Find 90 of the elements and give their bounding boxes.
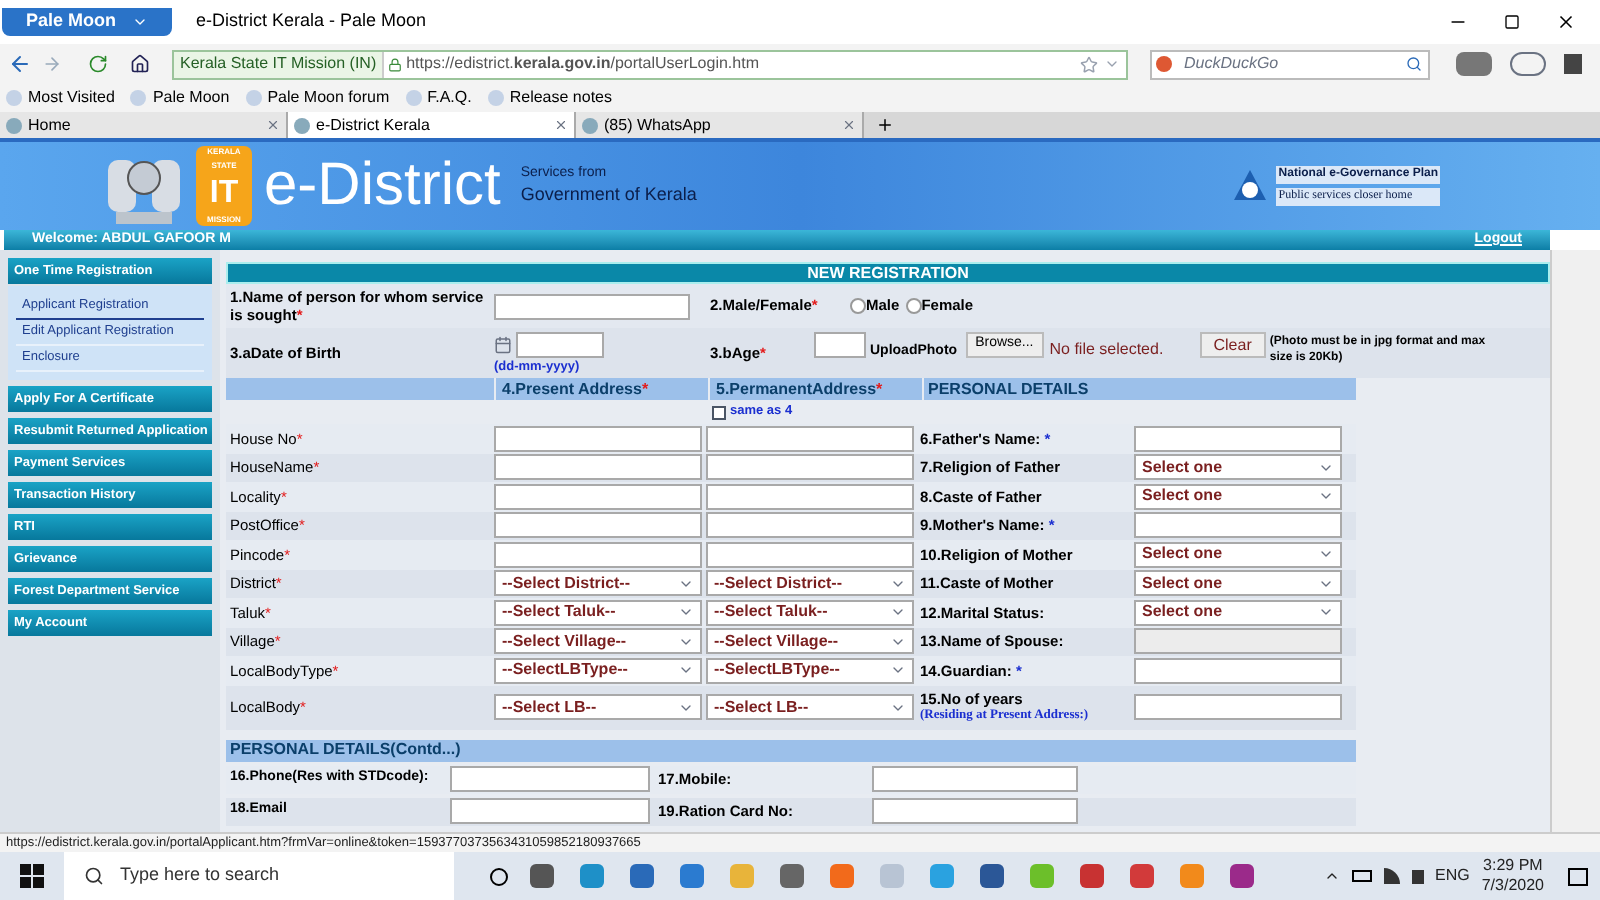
select-field[interactable]: --SelectLBType-- (706, 657, 914, 684)
bookmark-star-icon[interactable] (1080, 55, 1098, 73)
bookmark-link[interactable]: Pale Moon (130, 86, 230, 110)
calendar-icon[interactable] (494, 336, 512, 354)
home-icon[interactable] (130, 54, 150, 74)
input-field[interactable] (1134, 694, 1342, 720)
site-subtitle: Government of Kerala (520, 183, 697, 206)
bookmark-link[interactable]: Most Visited (6, 86, 115, 110)
window-title: e-District Kerala - Pale Moon (196, 8, 427, 35)
select-field[interactable]: --Select LB-- (494, 694, 702, 720)
column-heading: 4.Present Address* (496, 378, 708, 400)
select-field[interactable]: --SelectLBType-- (494, 657, 702, 684)
input-field[interactable] (450, 798, 650, 824)
caret-icon (132, 14, 149, 30)
input-field[interactable] (494, 293, 690, 319)
search-icon[interactable] (1406, 56, 1422, 72)
section-heading: PERSONAL DETAILS(Contd...) (226, 739, 1356, 761)
search-bar[interactable]: DuckDuckGo (1150, 49, 1430, 79)
tab-close-icon[interactable] (266, 118, 280, 132)
lock-icon (388, 57, 403, 71)
address-bar[interactable]: Kerala State IT Mission (IN) https://edistrict.kerala.gov.in/portalUserLogin.htm (172, 49, 1128, 79)
forward-icon[interactable] (42, 54, 62, 74)
bookmark-link[interactable]: Pale Moon forum (245, 86, 390, 110)
bookmark-link[interactable]: F.A.Q. (405, 86, 472, 110)
input-language: ENG (1435, 864, 1470, 888)
column-heading: 5.PermanentAddress* (710, 378, 922, 400)
close-icon[interactable] (1556, 12, 1576, 32)
select-field[interactable]: --Select Village-- (706, 628, 914, 655)
url-text: https://edistrict.kerala.gov.in/portalUserLogin.htm (406, 52, 759, 76)
select-field[interactable]: Select one (1134, 454, 1342, 481)
input-field[interactable] (706, 425, 914, 452)
select-field[interactable]: --Select District-- (706, 570, 914, 597)
section-heading: PERSONAL DETAILS (924, 378, 1356, 400)
windows-start-icon[interactable] (20, 864, 44, 888)
site-title: e-District (264, 156, 501, 216)
input-field[interactable] (706, 454, 914, 481)
select-field[interactable]: --Select Village-- (494, 628, 702, 655)
input-field[interactable] (1134, 657, 1342, 684)
input-field[interactable] (872, 798, 1078, 824)
reload-icon[interactable] (88, 54, 108, 74)
input-field[interactable] (1134, 425, 1342, 452)
input-field[interactable] (1134, 512, 1342, 539)
select-field[interactable]: --Select LB-- (706, 694, 914, 720)
select-field[interactable]: --Select Taluk-- (706, 599, 914, 626)
input-field[interactable] (494, 541, 702, 568)
app-icon[interactable] (1126, 860, 1158, 892)
battery-icon (1351, 870, 1372, 882)
select-field[interactable]: Select one (1134, 599, 1342, 626)
input-field[interactable] (814, 332, 866, 358)
maximize-icon[interactable] (1504, 14, 1520, 30)
file-status: No file selected. (1049, 338, 1166, 362)
input-field[interactable] (706, 512, 914, 539)
new-tab-icon[interactable] (876, 116, 894, 134)
input-field[interactable] (872, 766, 1078, 792)
input-field[interactable] (706, 483, 914, 510)
back-icon[interactable] (8, 52, 32, 76)
input-field[interactable] (450, 766, 650, 792)
search-placeholder: DuckDuckGo (1184, 52, 1279, 76)
bookmark-link[interactable]: Release notes (487, 86, 612, 110)
history-button[interactable] (1510, 52, 1546, 76)
app-icon[interactable] (1076, 860, 1108, 892)
tab-close-icon[interactable] (842, 118, 856, 132)
browser-tab[interactable]: e-District Kerala (288, 112, 576, 138)
input-field[interactable] (494, 512, 702, 539)
input-field[interactable] (494, 425, 702, 452)
task-view-icon[interactable] (490, 867, 508, 885)
input-field[interactable] (706, 541, 914, 568)
select-field[interactable]: --Select District-- (494, 570, 702, 597)
dropdown-icon[interactable] (1104, 56, 1120, 72)
browser-tab[interactable]: (85) WhatsApp (576, 112, 864, 138)
browser-tab[interactable]: Home (0, 112, 288, 138)
input-field[interactable] (494, 483, 702, 510)
input-field[interactable] (516, 332, 604, 358)
toolbar-button[interactable] (1456, 52, 1492, 76)
select-field[interactable]: Select one (1134, 570, 1342, 597)
select-field[interactable]: --Select Taluk-- (494, 599, 702, 626)
taskbar-search-field[interactable]: Type here to search (64, 852, 454, 900)
clock-time: 3:29 PM (1483, 856, 1543, 876)
app-icon[interactable] (1226, 860, 1258, 892)
input-field[interactable] (494, 454, 702, 481)
select-field[interactable]: Select one (1134, 541, 1342, 568)
form-title: NEW REGISTRATION (226, 262, 1550, 284)
tray-chevron-icon[interactable] (1323, 868, 1340, 884)
select-field[interactable]: Select one (1134, 483, 1342, 510)
tab-close-icon[interactable] (554, 118, 568, 132)
app-menu-button[interactable]: Pale Moon (2, 8, 173, 36)
clock-date: 7/3/2020 (1481, 876, 1544, 896)
site-identity: Kerala State IT Mission (IN) (174, 51, 385, 77)
search-icon (84, 866, 104, 886)
clear-button[interactable]: Clear (1199, 332, 1266, 358)
